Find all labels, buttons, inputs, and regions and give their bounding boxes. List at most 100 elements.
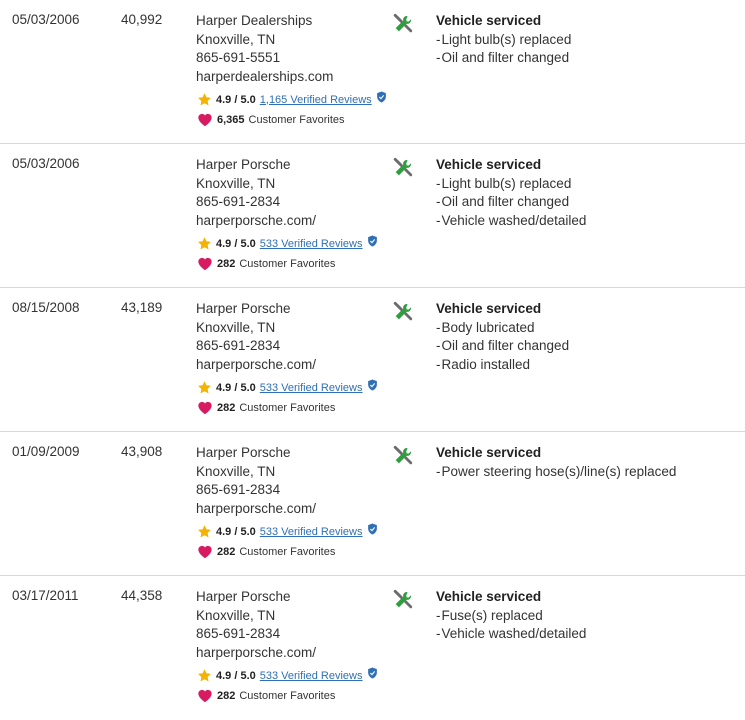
service-item: Oil and filter changed <box>436 337 570 356</box>
heart-icon <box>198 689 212 703</box>
dealer-city: Knoxville, TN <box>196 319 276 335</box>
service-title: Vehicle serviced <box>436 445 542 460</box>
record-mileage: 40,992 <box>121 12 163 27</box>
rating-value: 4.9 / 5.0 <box>216 669 256 682</box>
favorites-label: Customer Favorites <box>239 689 336 702</box>
verified-shield-icon <box>367 667 377 678</box>
dealer-info: Harper Porsche Knoxville, TN 865-691-283… <box>196 588 316 662</box>
heart-icon <box>198 257 212 271</box>
dealer-info: Harper Porsche Knoxville, TN 865-691-283… <box>196 300 316 374</box>
service-details: Vehicle serviced Light bulb(s) replaced … <box>436 12 571 68</box>
favorites-label: Customer Favorites <box>239 401 336 414</box>
service-record: 03/17/2011 44,358 Harper Porsche Knoxvil… <box>0 576 745 720</box>
verified-reviews-link[interactable]: 1,165 Verified Reviews <box>260 94 372 106</box>
wrench-screwdriver-icon <box>393 589 413 609</box>
customer-favorites: 282 Customer Favorites <box>197 544 335 559</box>
wrench-screwdriver-icon <box>393 301 413 321</box>
record-date: 05/03/2006 <box>12 156 80 171</box>
dealer-city: Knoxville, TN <box>196 175 276 191</box>
wrench-screwdriver-icon <box>393 157 413 177</box>
star-icon <box>198 669 211 682</box>
heart-icon <box>198 113 212 127</box>
service-title: Vehicle serviced <box>436 589 542 604</box>
favorites-count: 6,365 <box>217 113 245 126</box>
service-item: Oil and filter changed <box>436 193 586 212</box>
favorites-count: 282 <box>217 257 236 270</box>
heart-icon <box>198 545 212 559</box>
dealer-city: Knoxville, TN <box>196 463 276 479</box>
dealer-phone: 865-691-5551 <box>196 50 281 65</box>
verified-reviews-link[interactable]: 533 Verified Reviews <box>260 670 363 682</box>
service-record: 05/03/2006 40,992 Harper Dealerships Kno… <box>0 0 745 144</box>
service-details: Vehicle serviced Light bulb(s) replaced … <box>436 156 586 230</box>
star-icon <box>198 237 211 250</box>
service-item: Light bulb(s) replaced <box>436 31 572 50</box>
heart-icon <box>198 401 212 415</box>
dealer-website: harperporsche.com/ <box>196 356 317 372</box>
star-icon <box>198 93 211 106</box>
service-item: Fuse(s) replaced <box>436 607 586 626</box>
verified-reviews-link[interactable]: 533 Verified Reviews <box>260 382 363 394</box>
favorites-label: Customer Favorites <box>239 257 336 270</box>
service-item: Light bulb(s) replaced <box>436 175 586 194</box>
dealer-phone: 865-691-2834 <box>196 626 281 641</box>
dealer-rating: 4.9 / 5.0 533 Verified Reviews <box>197 379 378 395</box>
service-record: 05/03/2006 Harper Porsche Knoxville, TN … <box>0 144 745 288</box>
service-item: Vehicle washed/detailed <box>436 212 587 231</box>
verified-reviews-link[interactable]: 533 Verified Reviews <box>260 238 363 250</box>
service-record: 01/09/2009 43,908 Harper Porsche Knoxvil… <box>0 432 745 576</box>
favorites-count: 282 <box>217 689 236 702</box>
verified-shield-icon <box>367 523 377 534</box>
service-item: Body lubricated <box>436 319 569 338</box>
dealer-phone: 865-691-2834 <box>196 338 281 353</box>
customer-favorites: 6,365 Customer Favorites <box>197 112 345 127</box>
verified-shield-icon <box>367 379 377 390</box>
dealer-phone: 865-691-2834 <box>196 194 281 209</box>
wrench-screwdriver-icon <box>393 13 413 33</box>
service-item: Power steering hose(s)/line(s) replaced <box>436 463 677 482</box>
favorites-count: 282 <box>217 545 236 558</box>
star-icon <box>198 381 211 394</box>
verified-reviews-link[interactable]: 533 Verified Reviews <box>260 526 363 538</box>
service-details: Vehicle serviced Fuse(s) replaced Vehicl… <box>436 588 586 644</box>
service-item: Radio installed <box>436 356 569 375</box>
dealer-rating: 4.9 / 5.0 533 Verified Reviews <box>197 235 378 251</box>
customer-favorites: 282 Customer Favorites <box>197 400 335 415</box>
service-details: Vehicle serviced Power steering hose(s)/… <box>436 444 676 481</box>
rating-value: 4.9 / 5.0 <box>216 93 256 106</box>
service-title: Vehicle serviced <box>436 301 542 316</box>
record-mileage: 44,358 <box>121 588 163 603</box>
service-history-list: 05/03/2006 40,992 Harper Dealerships Kno… <box>0 0 745 720</box>
record-date: 03/17/2011 <box>12 588 79 603</box>
rating-value: 4.9 / 5.0 <box>216 381 256 394</box>
service-title: Vehicle serviced <box>436 13 542 28</box>
dealer-rating: 4.9 / 5.0 1,165 Verified Reviews <box>197 91 387 107</box>
wrench-screwdriver-icon <box>393 445 413 465</box>
dealer-name: Harper Porsche <box>196 589 291 604</box>
service-item: Oil and filter changed <box>436 49 571 68</box>
star-icon <box>198 525 211 538</box>
service-title: Vehicle serviced <box>436 157 542 172</box>
rating-value: 4.9 / 5.0 <box>216 525 256 538</box>
record-date: 05/03/2006 <box>12 12 80 27</box>
service-details: Vehicle serviced Body lubricated Oil and… <box>436 300 569 374</box>
customer-favorites: 282 Customer Favorites <box>197 256 335 271</box>
favorites-label: Customer Favorites <box>239 545 336 558</box>
record-date: 08/15/2008 <box>12 300 80 315</box>
record-mileage: 43,908 <box>121 444 163 459</box>
dealer-name: Harper Porsche <box>196 301 291 316</box>
dealer-city: Knoxville, TN <box>196 31 276 47</box>
dealer-rating: 4.9 / 5.0 533 Verified Reviews <box>197 667 378 683</box>
service-item: Vehicle washed/detailed <box>436 625 587 644</box>
dealer-website: harperporsche.com/ <box>196 212 317 228</box>
rating-value: 4.9 / 5.0 <box>216 237 256 250</box>
record-date: 01/09/2009 <box>12 444 80 459</box>
dealer-city: Knoxville, TN <box>196 607 276 623</box>
customer-favorites: 282 Customer Favorites <box>197 688 335 703</box>
record-mileage: 43,189 <box>121 300 163 315</box>
favorites-count: 282 <box>217 401 236 414</box>
dealer-website: harperporsche.com/ <box>196 644 317 660</box>
dealer-rating: 4.9 / 5.0 533 Verified Reviews <box>197 523 378 539</box>
dealer-info: Harper Dealerships Knoxville, TN 865-691… <box>196 12 333 86</box>
service-record: 08/15/2008 43,189 Harper Porsche Knoxvil… <box>0 288 745 432</box>
